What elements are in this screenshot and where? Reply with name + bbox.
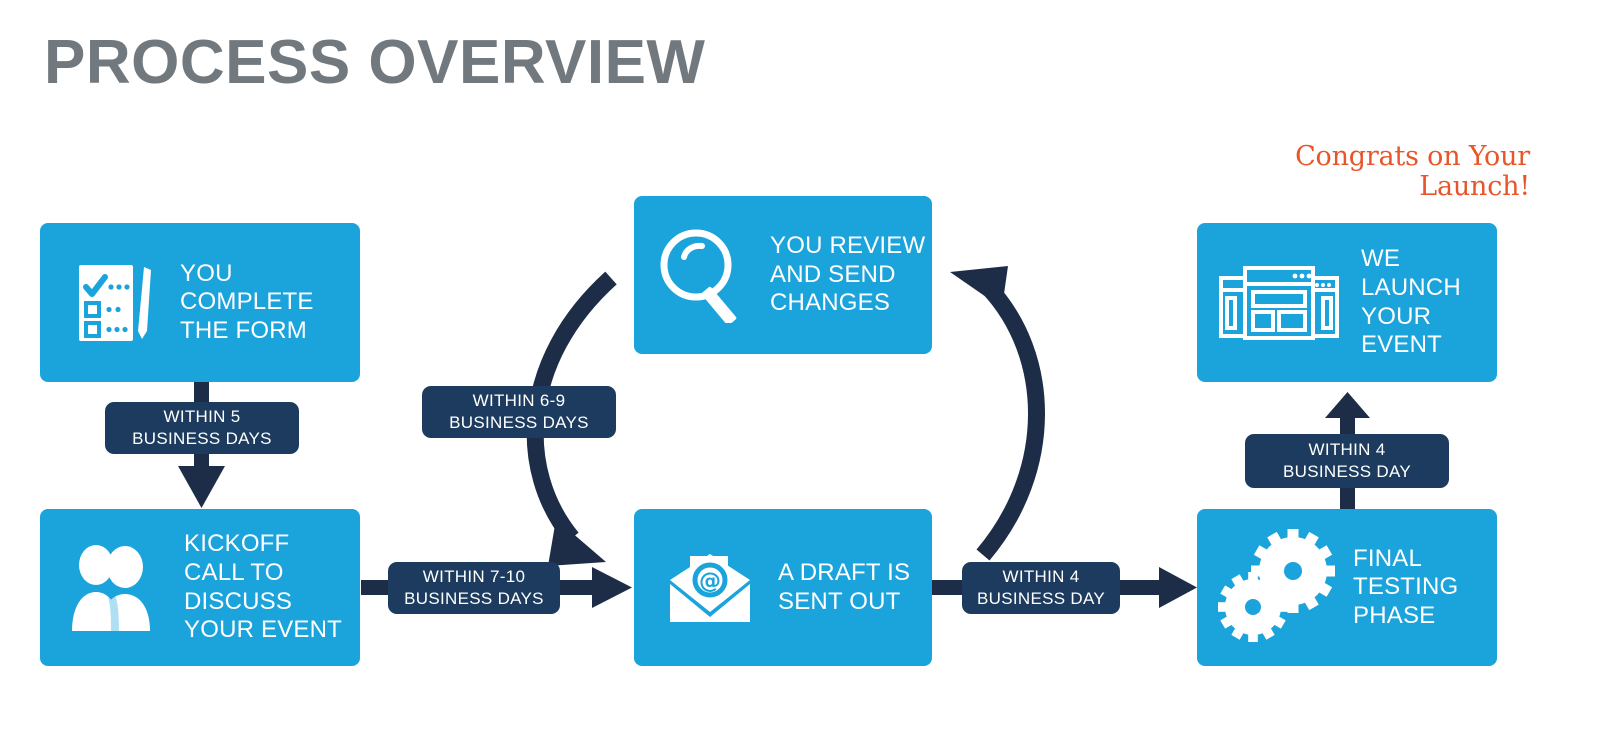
step-label: FINAL TESTING PHASE: [1353, 544, 1459, 629]
step-card-draft-sent[interactable]: @ A DRAFT IS SENT OUT: [634, 509, 932, 666]
duration-label-kickoff-to-draft: WITHIN 7-10 BUSINESS DAYS: [388, 562, 560, 614]
clipboard-pen-icon: [78, 261, 156, 345]
page-title: PROCESS OVERVIEW: [44, 28, 706, 97]
congrats-callout: Congrats on Your Launch!: [1295, 141, 1530, 203]
duration-label-review-loop: WITHIN 6-9 BUSINESS DAYS: [422, 386, 616, 438]
duration-label-draft-to-testing: WITHIN 4 BUSINESS DAY: [962, 562, 1120, 614]
browser-windows-icon: [1219, 264, 1339, 342]
step-card-kickoff-call[interactable]: KICKOFF CALL TO DISCUSS YOUR EVENT: [40, 509, 360, 666]
step-card-review-changes[interactable]: YOU REVIEW AND SEND CHANGES: [634, 196, 932, 354]
duration-label-form-to-kickoff: WITHIN 5 BUSINESS DAYS: [105, 402, 299, 454]
email-envelope-icon: @: [668, 550, 752, 626]
gears-icon: [1215, 528, 1339, 647]
step-card-final-testing[interactable]: FINAL TESTING PHASE: [1197, 509, 1497, 666]
duration-label-testing-to-launch: WITHIN 4 BUSINESS DAY: [1245, 434, 1449, 488]
magnifying-glass-icon: [656, 227, 752, 323]
step-label: WE LAUNCH YOUR EVENT: [1361, 245, 1461, 359]
arrow-draft-to-review-curve: [950, 266, 1045, 561]
step-label: A DRAFT IS SENT OUT: [778, 558, 911, 615]
svg-text:@: @: [699, 569, 721, 594]
step-card-launch-event[interactable]: WE LAUNCH YOUR EVENT: [1197, 223, 1497, 382]
step-label: YOU REVIEW AND SEND CHANGES: [770, 232, 926, 317]
process-overview-diagram: PROCESS OVERVIEW Congrats on Your Launch…: [0, 0, 1606, 747]
step-label: YOU COMPLETE THE FORM: [180, 259, 314, 344]
step-card-complete-form[interactable]: YOU COMPLETE THE FORM: [40, 223, 360, 382]
step-label: KICKOFF CALL TO DISCUSS YOUR EVENT: [184, 530, 343, 644]
two-people-icon: [70, 544, 162, 631]
